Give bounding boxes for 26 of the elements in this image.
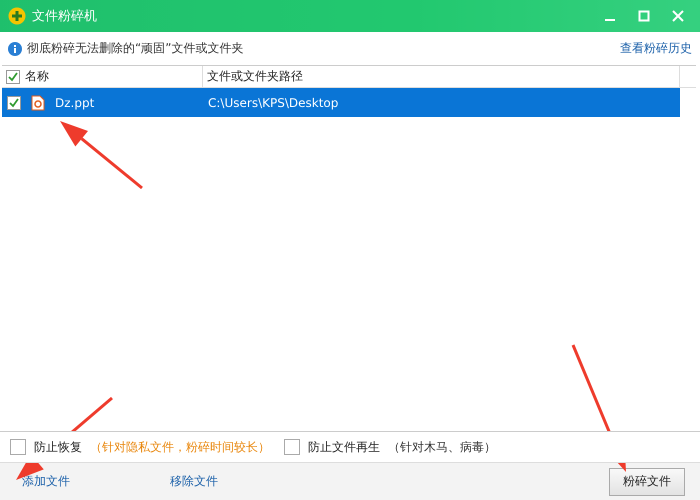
shred-button[interactable]: 粉碎文件	[609, 468, 685, 496]
option-checkbox[interactable]	[284, 439, 300, 455]
option-note: （针对隐私文件，粉碎时间较长）	[90, 438, 270, 456]
window-title: 文件粉碎机	[32, 8, 98, 25]
maximize-icon	[638, 10, 650, 22]
plus-logo-icon	[8, 7, 26, 25]
close-icon	[672, 10, 684, 22]
option-note: （针对木马、病毒）	[388, 438, 496, 456]
file-path: C:\Users\KPS\Desktop	[208, 96, 338, 110]
document-icon	[31, 94, 45, 110]
row-checkbox[interactable]	[7, 96, 21, 110]
file-name: Dz.ppt	[55, 96, 94, 110]
select-all-checkbox[interactable]	[6, 70, 20, 84]
history-link[interactable]: 查看粉碎历史	[620, 40, 692, 57]
minimize-icon	[604, 19, 616, 21]
option-label: 防止恢复	[34, 438, 82, 456]
option-label: 防止文件再生	[308, 438, 380, 456]
info-icon	[8, 42, 22, 56]
column-label: 名称	[25, 68, 49, 85]
option-checkbox[interactable]	[10, 439, 26, 455]
column-header[interactable]: 名称	[2, 66, 203, 87]
action-link[interactable]: 添加文件	[22, 473, 70, 490]
action-link[interactable]: 移除文件	[170, 473, 218, 490]
file-row[interactable]: Dz.ppt C:\Users\KPS\Desktop	[2, 88, 680, 117]
column-header[interactable]: 文件或文件夹路径	[203, 66, 680, 87]
info-text: 彻底粉碎无法删除的“顽固”文件或文件夹	[27, 40, 244, 57]
